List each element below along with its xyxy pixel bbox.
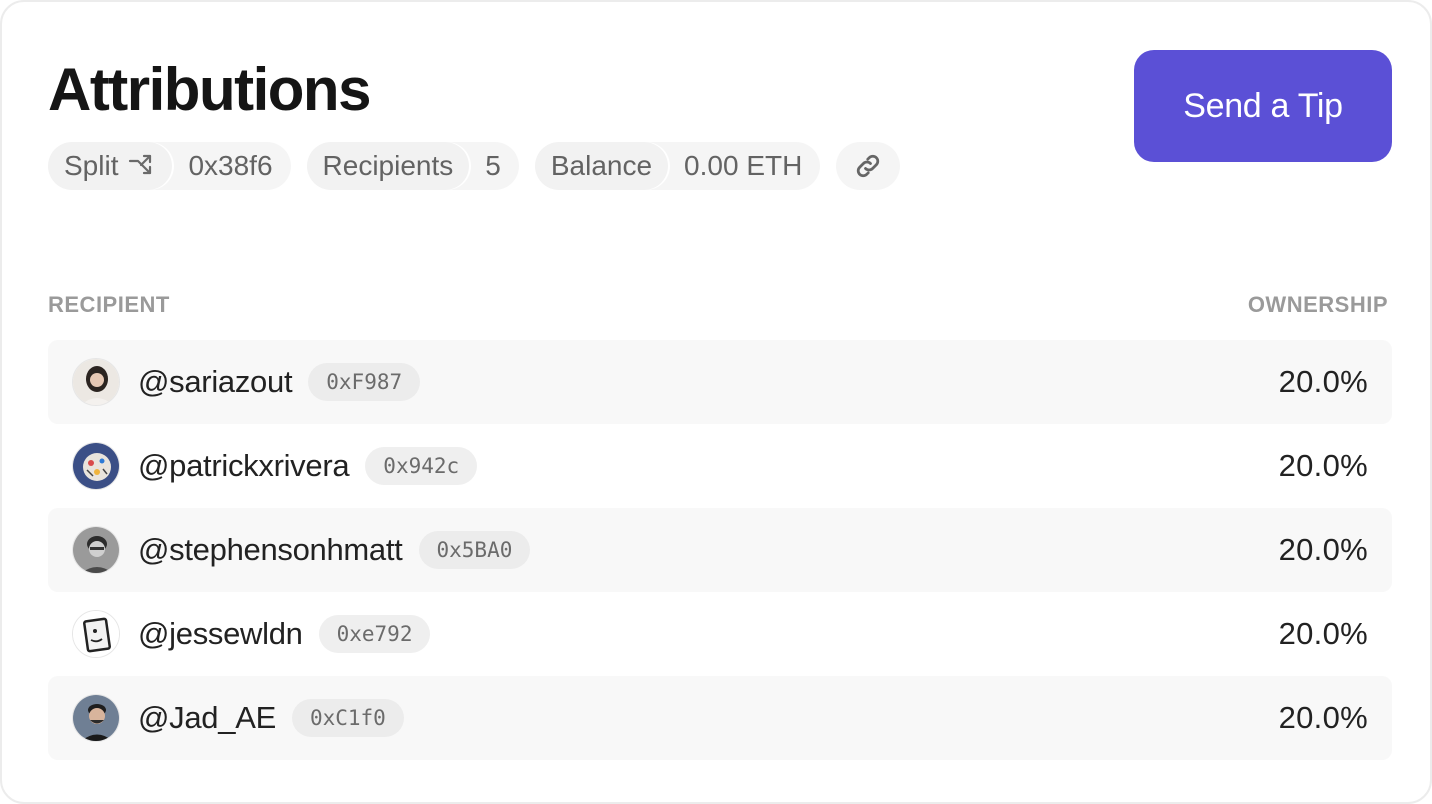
balance-value: 0.00 ETH (684, 150, 803, 181)
avatar (72, 694, 120, 742)
recipients-pill: Recipients 5 (306, 142, 519, 190)
table-row[interactable]: @sariazout 0xF987 20.0% (48, 340, 1392, 424)
avatar (72, 358, 120, 406)
ownership-value: 20.0% (1278, 616, 1368, 651)
recipient-handle[interactable]: @Jad_AE (138, 700, 276, 736)
table-row[interactable]: @stephensonhmatt 0x5BA0 20.0% (48, 508, 1392, 592)
split-arrows-icon (129, 154, 152, 175)
send-tip-button[interactable]: Send a Tip (1134, 50, 1392, 162)
split-key: Split (48, 142, 173, 190)
ownership-value: 20.0% (1278, 532, 1368, 567)
ownership-value: 20.0% (1278, 700, 1368, 735)
ownership-value: 20.0% (1278, 364, 1368, 399)
column-header-recipient: RECIPIENT (48, 292, 170, 317)
balance-pill: Balance 0.00 ETH (534, 142, 821, 190)
recipient-handle[interactable]: @patrickxrivera (138, 448, 350, 484)
link-icon (857, 154, 880, 178)
wallet-address-badge[interactable]: 0x5BA0 (418, 531, 531, 569)
recipient-handle[interactable]: @sariazout (138, 364, 293, 400)
wallet-address-badge[interactable]: 0x942c (365, 447, 478, 485)
column-header-ownership: OWNERSHIP (1247, 292, 1388, 317)
split-address: 0x38f6 (188, 150, 273, 181)
avatar (72, 610, 120, 658)
table-row[interactable]: @patrickxrivera 0x942c 20.0% (48, 424, 1392, 508)
recipients-label: Recipients (306, 142, 470, 190)
balance-label: Balance (534, 142, 669, 190)
avatar (72, 526, 120, 574)
wallet-address-badge[interactable]: 0xF987 (308, 363, 421, 401)
table-row[interactable]: @jessewldn 0xe792 20.0% (48, 592, 1392, 676)
wallet-address-badge[interactable]: 0xe792 (318, 615, 431, 653)
attributions-card: Attributions Send a Tip Split 0x38f6 Rec… (0, 0, 1432, 804)
recipients-count: 5 (485, 150, 501, 181)
ownership-value: 20.0% (1278, 448, 1368, 483)
copy-link-button[interactable] (836, 142, 901, 190)
avatar (72, 442, 120, 490)
page-title: Attributions (48, 56, 371, 123)
split-pill[interactable]: Split 0x38f6 (48, 142, 291, 190)
split-label: Split (64, 150, 119, 181)
recipient-handle[interactable]: @stephensonhmatt (138, 532, 403, 568)
table-row[interactable]: @Jad_AE 0xC1f0 20.0% (48, 676, 1392, 760)
meta-row: Split 0x38f6 Recipients 5 Balance 0.00 E… (48, 142, 901, 190)
recipient-handle[interactable]: @jessewldn (138, 616, 303, 652)
recipient-list: @sariazout 0xF987 20.0% @patrickxrivera … (48, 340, 1392, 760)
wallet-address-badge[interactable]: 0xC1f0 (291, 699, 404, 737)
